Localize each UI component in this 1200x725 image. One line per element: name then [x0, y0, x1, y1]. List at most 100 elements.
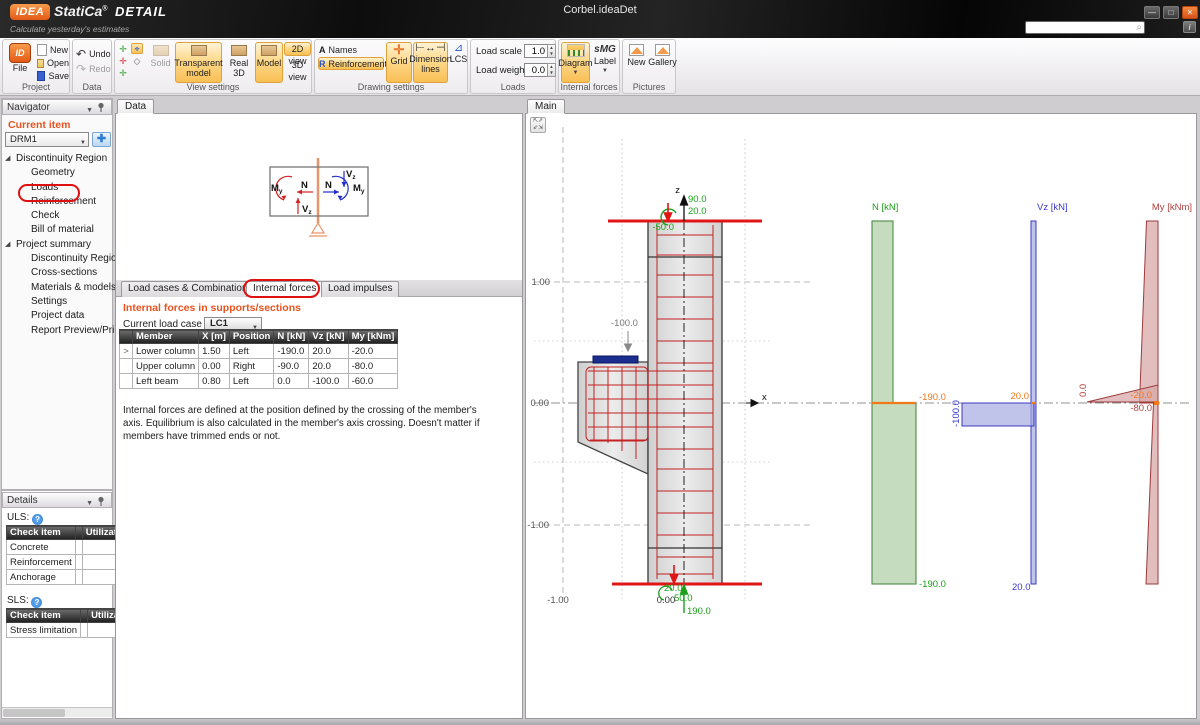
- new-button[interactable]: New: [36, 43, 70, 56]
- tree-item-settings[interactable]: Settings: [2, 295, 114, 309]
- table-row-lower-column[interactable]: > Lower column 1.50 Left -190.0 20.0 -20…: [120, 344, 398, 359]
- details-collapse-icon[interactable]: ▼: [86, 496, 93, 511]
- current-item-dropdown-arrow[interactable]: ▼: [80, 137, 86, 150]
- current-item-select[interactable]: DRM1 ▼: [5, 132, 89, 147]
- picture-new-button[interactable]: New: [624, 42, 649, 83]
- tree-label: Report Preview/Print: [31, 325, 123, 336]
- grid-toggle-button[interactable]: ✛ Grid: [386, 42, 412, 83]
- tree-item-discontinuity-regions[interactable]: Discontinuity Regions: [2, 252, 114, 266]
- expander-icon[interactable]: ◢: [5, 238, 10, 252]
- transparent-model-button[interactable]: Transparent model: [175, 42, 222, 83]
- tree-item-bill-of-material[interactable]: Bill of material: [2, 223, 114, 237]
- real-3d-button[interactable]: Real 3D: [224, 42, 254, 83]
- save-button[interactable]: Save: [36, 69, 70, 82]
- load-scale-spinner[interactable]: ▲▼: [547, 44, 556, 58]
- axis-toggle-icon[interactable]: ✛: [117, 67, 129, 78]
- my-selected-value: -20.0: [1130, 390, 1152, 401]
- main-view-panel: ⇱⇗⇙⇲ x: [525, 113, 1197, 719]
- sls-help-icon[interactable]: ?: [31, 597, 42, 608]
- tree-label: Cross-sections: [31, 267, 97, 278]
- tab-load-cases-combinations[interactable]: Load cases & Combinations: [121, 281, 260, 297]
- load-scale-label: Load scale: [476, 46, 522, 57]
- lcs-button[interactable]: ⊿ LCS: [449, 42, 468, 83]
- cube-view-icon[interactable]: ◇: [131, 55, 143, 66]
- minimize-button[interactable]: —: [1144, 6, 1160, 19]
- real3d-cube-icon: [231, 45, 247, 56]
- undo-label: Undo: [89, 48, 111, 60]
- vz-selected-value: 20.0: [1011, 391, 1030, 402]
- tree-item-loads[interactable]: Loads: [2, 181, 114, 195]
- n-diagram[interactable]: N [kN] -190.0 -190.0: [872, 202, 946, 590]
- title-bar: IDEA StatiCa® DETAIL Calculate yesterday…: [0, 0, 1200, 38]
- label-button[interactable]: sMG Label ▼: [592, 42, 618, 83]
- details-horizontal-scrollbar[interactable]: [2, 707, 112, 717]
- info-button[interactable]: i: [1183, 21, 1196, 33]
- tree-item-geometry[interactable]: Geometry: [2, 166, 114, 180]
- tab-data[interactable]: Data: [117, 99, 154, 114]
- gallery-button[interactable]: Gallery: [649, 42, 676, 83]
- current-item-value: DRM1: [10, 134, 37, 145]
- redo-button[interactable]: ↷Redo: [75, 62, 111, 75]
- tree-item-materials-models[interactable]: Materials & models: [2, 281, 114, 295]
- table-row-left-beam[interactable]: Left beam 0.80 Left 0.0 -100.0 -60.0: [120, 374, 398, 389]
- axis-toggle-icon[interactable]: ✛: [117, 43, 129, 54]
- tree-item-project-data[interactable]: Project data: [2, 309, 114, 323]
- diagram-button[interactable]: Diagram ▼: [561, 42, 590, 83]
- load-scale-input[interactable]: [524, 44, 548, 58]
- file-button[interactable]: ID File: [6, 42, 34, 82]
- bottom-edge: [0, 719, 1200, 725]
- svg-text:90.0: 90.0: [688, 194, 707, 205]
- expander-icon[interactable]: ◢: [5, 152, 10, 166]
- dimension-lines-button[interactable]: ⊢↔⊣ Dimension lines: [413, 42, 448, 83]
- open-button[interactable]: Open: [36, 56, 70, 69]
- navigator-collapse-icon[interactable]: ▼: [86, 103, 93, 118]
- svg-text:1.00: 1.00: [532, 277, 551, 288]
- corbel-body: [578, 362, 648, 474]
- details-pin-icon[interactable]: [97, 496, 105, 507]
- solid-label: Solid: [150, 58, 170, 68]
- solid-view-button[interactable]: Solid: [147, 42, 174, 83]
- names-toggle-button[interactable]: ANames: [318, 43, 380, 56]
- search-input[interactable]: [1028, 22, 1132, 33]
- maximize-button[interactable]: □: [1163, 6, 1179, 19]
- scrollbar-thumb[interactable]: [3, 709, 65, 717]
- uls-help-icon[interactable]: ?: [32, 514, 43, 525]
- navigator-header[interactable]: Navigator ▼: [2, 99, 112, 115]
- my-selected-section: [1154, 401, 1159, 405]
- tree-item-discontinuity-region[interactable]: ◢Discontinuity Region: [2, 152, 114, 166]
- table-row-upper-column[interactable]: Upper column 0.00 Right -90.0 20.0 -80.0: [120, 359, 398, 374]
- dimension-lines-icon: ⊢↔⊣: [415, 43, 445, 54]
- axis-toggle-icon[interactable]: ✛: [117, 55, 129, 66]
- search-icon[interactable]: ⌕: [1136, 22, 1142, 33]
- reinforcement-toggle-button[interactable]: RReinforcement: [318, 57, 384, 70]
- undo-button[interactable]: ↶Undo: [75, 47, 111, 60]
- close-button[interactable]: ✕: [1182, 6, 1198, 19]
- tree-item-cross-sections[interactable]: Cross-sections: [2, 266, 114, 280]
- load-weight-input[interactable]: [524, 63, 548, 77]
- add-item-button[interactable]: ✚: [92, 132, 111, 147]
- vz-diagram[interactable]: Vz [kN] -100.0 20.0 20.0: [951, 202, 1068, 593]
- tree-item-project-summary[interactable]: ◢Project summary: [2, 238, 114, 252]
- label-dropdown-arrow[interactable]: ▼: [602, 66, 608, 76]
- load-weight-spinner[interactable]: ▲▼: [547, 63, 556, 77]
- main-canvas[interactable]: x 1.00 0.00 -1.00 -1.00 0.00: [526, 114, 1196, 718]
- diagram-dropdown-arrow[interactable]: ▼: [573, 68, 579, 78]
- uls-label: ULS: ?: [7, 512, 43, 525]
- tree-item-reinforcement[interactable]: Reinforcement: [2, 195, 114, 209]
- view-2d-button[interactable]: 2D view: [284, 42, 311, 56]
- ribbon-group-internal-forces: Diagram ▼ sMG Label ▼ Internal forces: [558, 39, 620, 94]
- view-3d-button[interactable]: 3D view: [284, 58, 311, 72]
- model-view-button[interactable]: Model: [255, 42, 283, 83]
- tab-load-impulses[interactable]: Load impulses: [321, 281, 399, 297]
- view-orientation-icon[interactable]: ⌖: [131, 43, 143, 54]
- my-diagram[interactable]: My [kNm] 0.0 -20.0 -80.0: [1078, 202, 1192, 584]
- pan-control-icon[interactable]: ⇱⇗⇙⇲: [530, 117, 546, 133]
- col-row-marker: [120, 330, 133, 344]
- tree-item-check[interactable]: Check: [2, 209, 114, 223]
- details-header[interactable]: Details ▼: [2, 492, 112, 508]
- diagram-label: Diagram: [559, 58, 593, 68]
- navigator-pin-icon[interactable]: [97, 102, 105, 113]
- tab-main[interactable]: Main: [527, 99, 565, 114]
- tab-internal-forces[interactable]: Internal forces: [246, 281, 323, 297]
- tree-item-report-preview-print[interactable]: Report Preview/Print: [2, 324, 114, 338]
